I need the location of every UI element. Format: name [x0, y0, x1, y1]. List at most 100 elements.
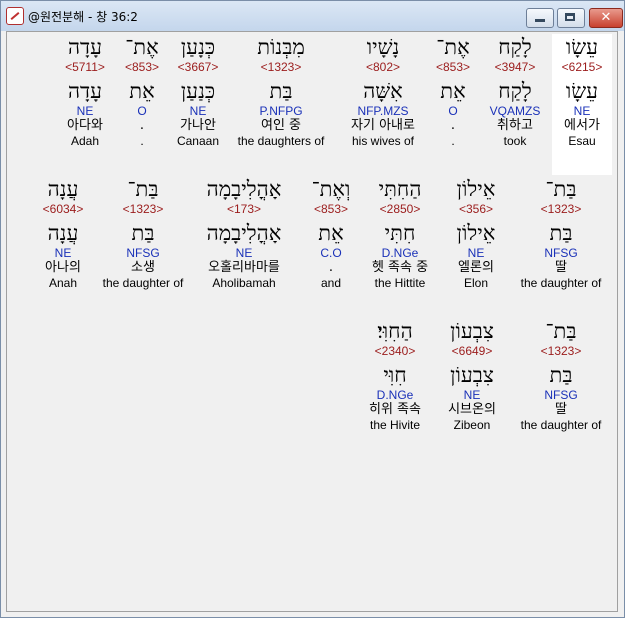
lexical-form: בַּת	[549, 221, 573, 245]
app-window: @원전분해 - 창 36:2 ✕ עֵשָׂו <6215> עֵשָׂו NE…	[0, 0, 625, 618]
hebrew-word: אֶת־	[436, 35, 470, 59]
lexical-form: עֲנָה	[47, 221, 79, 245]
morphology-code: NE	[189, 104, 207, 118]
word-card[interactable]: מִבְּנוֹת <1323> בַּת P.NFPG 여인 중 the da…	[233, 34, 329, 148]
strong-number: <2850>	[379, 202, 421, 216]
word-card[interactable]: אֶת־ <853> אֵת O . .	[118, 34, 166, 148]
korean-gloss: 취하고	[497, 118, 533, 133]
korean-gloss: 가나안	[180, 118, 216, 133]
window-title: @원전분해 - 창 36:2	[28, 10, 138, 24]
strong-number: <1323>	[540, 202, 582, 216]
hebrew-word: נָשָׁיו	[366, 35, 400, 59]
korean-gloss: .	[139, 118, 145, 133]
strong-number: <3667>	[177, 60, 219, 74]
english-gloss: the daughter of	[520, 276, 602, 290]
strong-number: <5711>	[65, 60, 105, 74]
morphology-code: NE	[235, 246, 253, 260]
hebrew-word: בַּת־	[545, 319, 577, 343]
word-card[interactable]: בַּת־ <1323> בַּת NFSG 딸 the daughter of	[515, 176, 607, 290]
lexical-form: בַּת	[549, 363, 573, 387]
morphology-code: NE	[573, 104, 591, 118]
strong-number: <6215>	[561, 60, 603, 74]
word-card[interactable]: בַּת־ <1323> בַּת NFSG 딸 the daughter of	[515, 318, 607, 432]
korean-gloss: 아다와	[67, 118, 103, 133]
korean-gloss: .	[450, 118, 456, 133]
maximize-icon	[565, 13, 575, 21]
lexical-form: חִתִּי	[384, 221, 416, 245]
strong-number: <1323>	[260, 60, 302, 74]
strong-number: <2340>	[374, 344, 416, 358]
korean-gloss: 여인 중	[260, 118, 301, 133]
hebrew-word: אֶת־	[125, 35, 159, 59]
word-card[interactable]: אָהֳלִיבָמָה <173> אָהֳלִיבָמָה NE 오홀리바마…	[192, 176, 296, 290]
korean-gloss: 자기 아내로	[351, 118, 415, 133]
morphology-code: D.NGe	[376, 388, 414, 402]
hebrew-word: כְּנָעַן	[180, 35, 216, 59]
title-bar[interactable]: @원전분해 - 창 36:2 ✕	[1, 1, 624, 31]
strong-number: <853>	[313, 202, 349, 216]
english-gloss: Zibeon	[453, 418, 491, 432]
minimize-icon	[535, 19, 545, 22]
korean-gloss: 딸	[555, 402, 567, 417]
strong-number: <6034>	[42, 202, 84, 216]
word-card[interactable]: עֵשָׂו <6215> עֵשָׂו NE 에서가 Esau	[552, 34, 612, 175]
lexical-form: כְּנַעַן	[180, 79, 216, 103]
lexical-form: אָהֳלִיבָמָה	[206, 221, 282, 245]
word-card[interactable]: הַחִתִּי <2850> חִתִּי D.NGe 헷 족속 중 the …	[363, 176, 437, 290]
hebrew-word: אָהֳלִיבָמָה	[206, 177, 282, 201]
hebrew-word: עֵשָׂו	[565, 35, 599, 59]
morphology-code: NE	[76, 104, 94, 118]
english-gloss: Esau	[568, 134, 596, 148]
lexical-form: אֵת	[440, 79, 466, 103]
korean-gloss: 시브온의	[448, 402, 496, 417]
hebrew-word: בַּת־	[545, 177, 577, 201]
word-card[interactable]: עֲנָה <6034> עֲנָה NE 아나의 Anah	[35, 176, 91, 290]
word-card[interactable]: הַחִוִּי׃ <2340> חִוִּי D.NGe 히위 족속 the …	[359, 318, 431, 432]
morphology-code: C.O	[320, 246, 342, 260]
morphology-code: NFSG	[544, 388, 578, 402]
hebrew-word: הַחִתִּי	[378, 177, 422, 201]
lexical-form: עֵשָׂו	[565, 79, 599, 103]
korean-gloss: 헷 족속 중	[371, 260, 429, 275]
korean-gloss: 아나의	[45, 260, 81, 275]
hebrew-word: הַחִוִּי׃	[377, 319, 413, 343]
strong-number: <853>	[124, 60, 160, 74]
korean-gloss: 딸	[555, 260, 567, 275]
morphology-code: O	[137, 104, 147, 118]
english-gloss: the daughter of	[102, 276, 184, 290]
word-card[interactable]: וְאֶת־ <853> אֵת C.O . and	[302, 176, 360, 290]
word-card[interactable]: נָשָׁיו <802> אִשָּׁה NFP.MZS 자기 아내로 his…	[340, 34, 426, 148]
word-card[interactable]: אֵילוֹן <356> אֵילוֹן NE 엘론의 Elon	[443, 176, 509, 290]
word-card[interactable]: צִבְעוֹן <6649> צִבְעוֹן NE 시브온의 Zibeon	[437, 318, 507, 432]
english-gloss: the Hivite	[369, 418, 421, 432]
word-card[interactable]: אֶת־ <853> אֵת O . .	[428, 34, 478, 148]
strong-number: <6649>	[451, 344, 493, 358]
word-card[interactable]: כְּנָעַן <3667> כְּנַעַן NE 가나안 Canaan	[171, 34, 225, 148]
close-button[interactable]: ✕	[589, 8, 623, 28]
strong-number: <1323>	[122, 202, 164, 216]
word-card[interactable]: בַּת־ <1323> בַּת NFSG 소생 the daughter o…	[97, 176, 189, 290]
lexical-form: אִשָּׁה	[363, 79, 403, 103]
english-gloss: Anah	[48, 276, 78, 290]
morphology-code: VQAMZS	[489, 104, 541, 118]
word-card[interactable]: עָדָה <5711> עָדָה NE 아다와 Adah	[57, 34, 113, 148]
lexical-form: צִבְעוֹן	[450, 363, 494, 387]
strong-number: <3947>	[494, 60, 536, 74]
lexical-form: בַּת	[131, 221, 155, 245]
word-card[interactable]: לָקַח <3947> לָקַח VQAMZS 취하고 took	[480, 34, 550, 148]
lexical-form: בַּת	[269, 79, 293, 103]
morphology-code: NE	[463, 388, 481, 402]
morphology-code: NFP.MZS	[357, 104, 409, 118]
korean-gloss: 소생	[131, 260, 155, 275]
maximize-button[interactable]	[557, 8, 585, 28]
app-icon[interactable]	[6, 7, 24, 25]
lexical-form: עָדָה	[67, 79, 103, 103]
minimize-button[interactable]	[526, 8, 554, 28]
morphology-code: NE	[54, 246, 72, 260]
hebrew-word: עֲנָה	[47, 177, 79, 201]
english-gloss: the daughters of	[237, 134, 325, 148]
close-icon: ✕	[600, 10, 612, 25]
hebrew-word: מִבְּנוֹת	[257, 35, 305, 59]
interlinear-panel[interactable]: עֵשָׂו <6215> עֵשָׂו NE 에서가 Esau לָקַח <…	[6, 31, 618, 612]
morphology-code: NFSG	[126, 246, 160, 260]
